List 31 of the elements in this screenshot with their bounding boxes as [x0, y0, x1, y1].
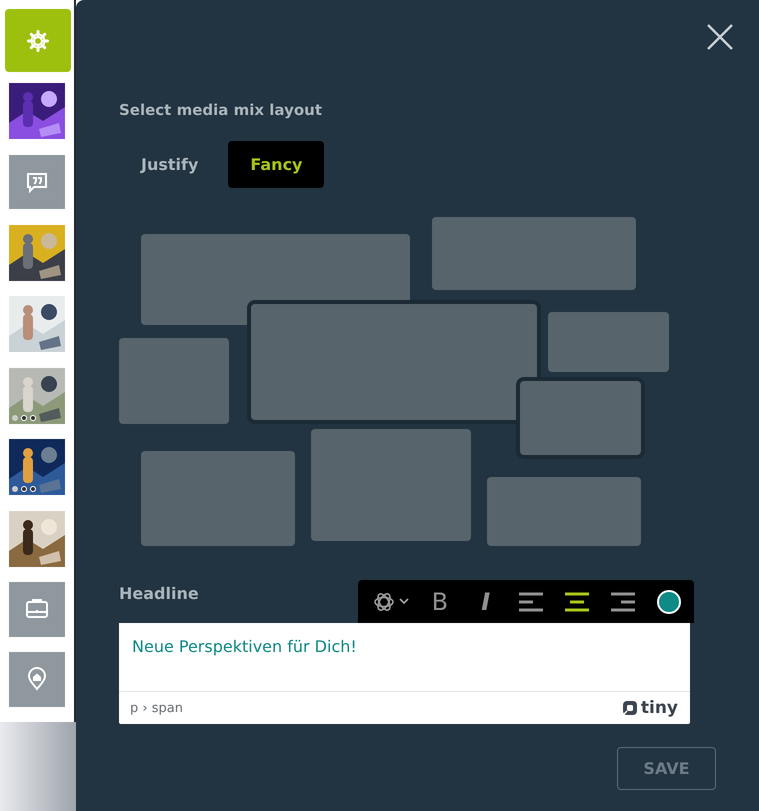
caret-icon	[399, 598, 409, 605]
thumbnail[interactable]	[9, 510, 65, 567]
close-button[interactable]	[707, 24, 733, 50]
thumbnail[interactable]	[9, 439, 65, 496]
location-button[interactable]	[9, 652, 65, 706]
bold-button[interactable]: B	[424, 584, 455, 618]
align-center-icon	[565, 592, 590, 612]
location-pin-icon	[27, 667, 47, 692]
align-left-icon	[519, 592, 544, 612]
tiny-logo-icon	[622, 700, 638, 716]
italic-button[interactable]: I	[470, 584, 501, 618]
thumbnail[interactable]	[9, 224, 65, 281]
align-right-icon	[611, 592, 636, 612]
section-title: Select media mix layout	[119, 101, 324, 121]
layout-tab[interactable]: Justify	[119, 141, 220, 188]
quote-button[interactable]	[9, 154, 65, 210]
brand-name: tiny	[640, 698, 678, 718]
layout-tab[interactable]: Fancy	[228, 141, 324, 188]
carousel-dots-icon	[12, 414, 36, 421]
rich-text-editor[interactable]: Neue Perspektiven für Dich! p › span tiny	[119, 623, 690, 724]
headline-text: Neue Perspektiven für Dich!	[132, 637, 357, 656]
slideshow-button[interactable]	[9, 582, 65, 637]
settings-icon	[26, 28, 50, 53]
briefcase-icon	[25, 598, 49, 620]
thumbnail[interactable]	[9, 296, 65, 352]
headline-label: Headline	[119, 584, 199, 603]
thumbnail[interactable]	[9, 368, 65, 424]
carousel-dots-icon	[12, 486, 36, 492]
element-path: p › span	[130, 700, 183, 716]
thumbnail[interactable]	[9, 83, 65, 140]
close-icon	[707, 24, 733, 50]
